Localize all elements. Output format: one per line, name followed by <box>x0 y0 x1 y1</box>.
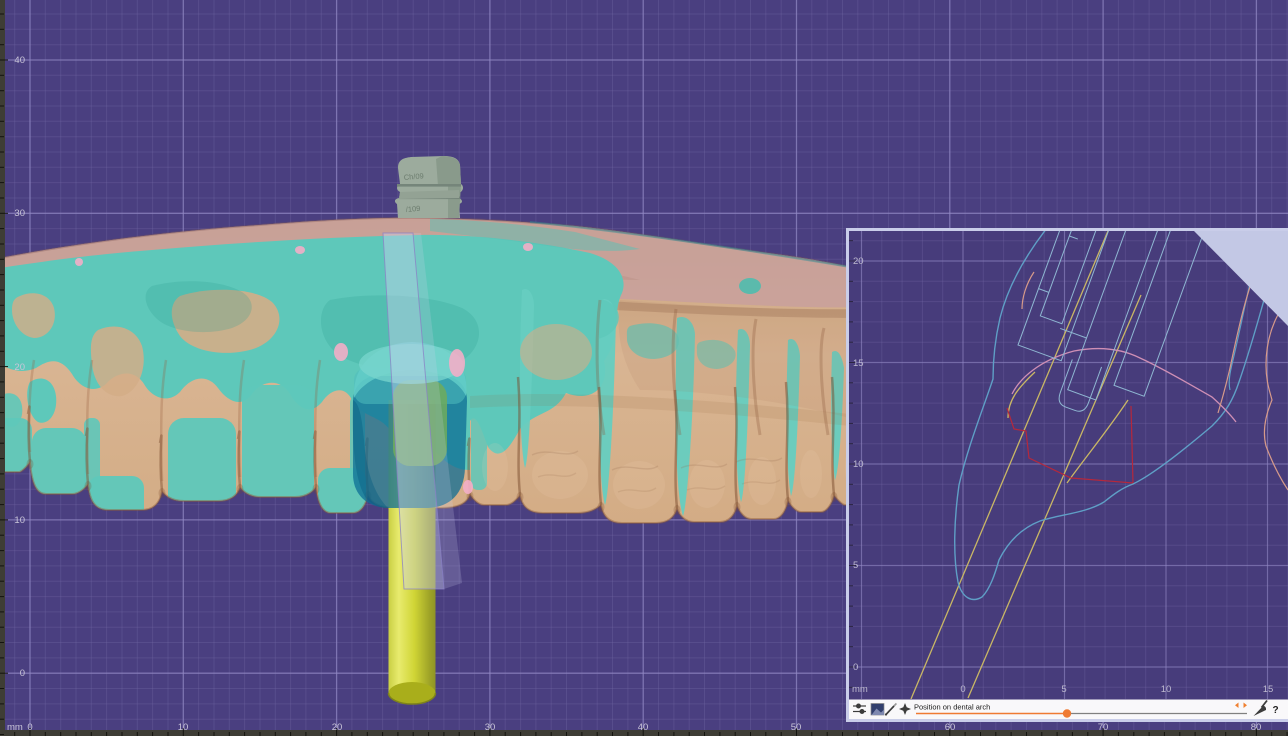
svg-text:15: 15 <box>1263 684 1274 695</box>
svg-text:50: 50 <box>791 722 802 733</box>
svg-text:15: 15 <box>853 358 864 369</box>
svg-text:70: 70 <box>1098 722 1109 733</box>
svg-text:Ch/09: Ch/09 <box>403 171 424 182</box>
svg-text:20: 20 <box>332 722 343 733</box>
svg-text:40: 40 <box>14 55 25 66</box>
svg-text:/109: /109 <box>405 204 420 214</box>
svg-text:Position on dental arch: Position on dental arch <box>914 703 990 712</box>
svg-text:0: 0 <box>27 722 32 733</box>
svg-text:?: ? <box>1273 705 1279 716</box>
svg-text:10: 10 <box>853 459 864 470</box>
svg-text:10: 10 <box>14 515 25 526</box>
svg-text:0: 0 <box>20 668 25 679</box>
svg-text:10: 10 <box>178 722 189 733</box>
svg-text:mm: mm <box>852 684 868 695</box>
svg-text:60: 60 <box>945 722 956 733</box>
svg-text:0: 0 <box>853 662 858 673</box>
svg-text:5: 5 <box>853 560 858 571</box>
svg-text:5: 5 <box>1061 684 1066 695</box>
svg-text:30: 30 <box>14 208 25 219</box>
svg-text:10: 10 <box>1161 684 1172 695</box>
svg-text:40: 40 <box>638 722 649 733</box>
svg-text:20: 20 <box>853 256 864 267</box>
svg-text:0: 0 <box>960 684 965 695</box>
svg-text:mm: mm <box>7 722 23 733</box>
svg-text:80: 80 <box>1251 722 1262 733</box>
svg-text:20: 20 <box>14 362 25 373</box>
svg-text:30: 30 <box>485 722 496 733</box>
